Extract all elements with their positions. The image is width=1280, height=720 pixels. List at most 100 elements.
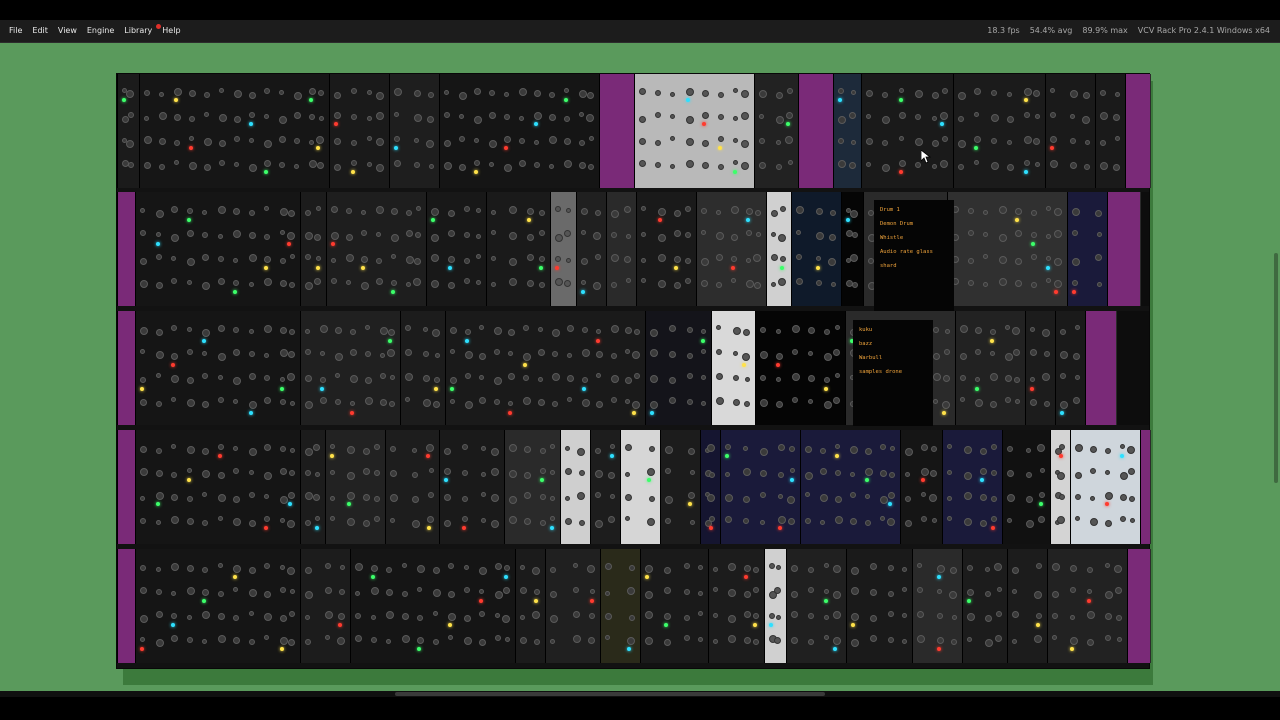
jack-knob[interactable]: [527, 254, 534, 261]
jack-knob[interactable]: [713, 639, 718, 644]
jack-knob[interactable]: [687, 373, 694, 379]
jack-knob[interactable]: [376, 138, 384, 146]
jack-knob[interactable]: [520, 565, 525, 570]
jack-knob[interactable]: [140, 637, 145, 642]
jack-knob[interactable]: [595, 254, 601, 260]
jack-knob[interactable]: [305, 591, 313, 599]
module-panel[interactable]: [325, 430, 387, 544]
jack-knob[interactable]: [422, 351, 429, 357]
jack-knob[interactable]: [186, 377, 194, 384]
jack-knob[interactable]: [330, 516, 335, 521]
jack-knob[interactable]: [608, 516, 615, 523]
jack-knob[interactable]: [1034, 591, 1042, 599]
jack-knob[interactable]: [1014, 258, 1022, 265]
jack-knob[interactable]: [537, 399, 545, 406]
jack-knob[interactable]: [350, 114, 357, 120]
jack-knob[interactable]: [1082, 116, 1090, 124]
jack-knob[interactable]: [494, 613, 500, 618]
jack-knob[interactable]: [550, 615, 558, 623]
jack-knob[interactable]: [880, 470, 887, 477]
jack-knob[interactable]: [1005, 353, 1013, 361]
jack-knob[interactable]: [753, 639, 759, 645]
jack-knob[interactable]: [367, 90, 373, 95]
jack-knob[interactable]: [140, 518, 146, 524]
jack-knob[interactable]: [670, 136, 676, 141]
jack-knob[interactable]: [233, 377, 241, 385]
jack-knob[interactable]: [1037, 444, 1045, 452]
jack-knob[interactable]: [159, 112, 167, 120]
jack-knob[interactable]: [566, 258, 571, 263]
jack-knob[interactable]: [632, 351, 640, 359]
jack-knob[interactable]: [713, 613, 718, 618]
jack-knob[interactable]: [159, 138, 166, 145]
jack-knob[interactable]: [248, 210, 255, 216]
jack-knob[interactable]: [520, 637, 527, 644]
jack-knob[interactable]: [963, 518, 972, 526]
module-panel[interactable]: [300, 192, 328, 306]
jack-knob[interactable]: [960, 375, 966, 381]
module-panel[interactable]: [300, 311, 402, 425]
jack-knob[interactable]: [233, 468, 239, 474]
jack-knob[interactable]: [975, 327, 982, 334]
jack-knob[interactable]: [279, 496, 288, 504]
jack-knob[interactable]: [564, 138, 571, 145]
jack-knob[interactable]: [363, 494, 371, 501]
jack-knob[interactable]: [509, 206, 517, 214]
jack-knob[interactable]: [566, 353, 572, 358]
jack-knob[interactable]: [335, 327, 342, 334]
jack-knob[interactable]: [937, 637, 944, 644]
jack-knob[interactable]: [474, 160, 480, 166]
jack-knob[interactable]: [564, 230, 571, 237]
jack-knob[interactable]: [335, 373, 340, 378]
jack-knob[interactable]: [774, 637, 781, 644]
jack-knob[interactable]: [788, 160, 793, 165]
jack-knob[interactable]: [350, 375, 358, 383]
jack-knob[interactable]: [493, 377, 502, 385]
jack-knob[interactable]: [930, 470, 937, 477]
jack-knob[interactable]: [447, 230, 455, 237]
jack-knob[interactable]: [432, 567, 440, 574]
module-panel[interactable]: [947, 192, 1069, 306]
jack-knob[interactable]: [820, 494, 828, 502]
jack-knob[interactable]: [587, 92, 594, 99]
jack-knob[interactable]: [716, 232, 724, 240]
jack-knob[interactable]: [725, 472, 730, 477]
jack-knob[interactable]: [564, 160, 572, 168]
jack-knob[interactable]: [634, 373, 640, 379]
jack-knob[interactable]: [217, 353, 226, 361]
module-panel[interactable]: [385, 430, 441, 544]
jack-knob[interactable]: [780, 206, 786, 212]
jack-knob[interactable]: [1105, 492, 1113, 500]
module-panel[interactable]: [1140, 430, 1151, 544]
jack-knob[interactable]: [974, 136, 982, 143]
jack-knob[interactable]: [431, 280, 439, 288]
jack-knob[interactable]: [777, 472, 784, 478]
jack-knob[interactable]: [204, 164, 211, 171]
jack-knob[interactable]: [412, 496, 419, 503]
jack-knob[interactable]: [967, 230, 974, 236]
module-panel[interactable]: [350, 549, 517, 663]
jack-knob[interactable]: [733, 88, 739, 93]
jack-knob[interactable]: [289, 611, 295, 617]
jack-knob[interactable]: [523, 375, 530, 381]
jack-knob[interactable]: [217, 444, 224, 450]
jack-knob[interactable]: [905, 448, 913, 456]
jack-knob[interactable]: [589, 613, 595, 619]
jack-knob[interactable]: [942, 401, 950, 409]
jack-knob[interactable]: [217, 563, 223, 568]
jack-knob[interactable]: [365, 351, 371, 357]
jack-knob[interactable]: [479, 589, 484, 594]
jack-knob[interactable]: [504, 92, 509, 97]
jack-knob[interactable]: [824, 635, 830, 640]
jack-knob[interactable]: [995, 635, 1002, 642]
jack-knob[interactable]: [1030, 377, 1035, 382]
jack-knob[interactable]: [835, 444, 840, 449]
jack-knob[interactable]: [476, 254, 481, 259]
jack-knob[interactable]: [742, 518, 749, 524]
jack-knob[interactable]: [905, 496, 911, 502]
jack-knob[interactable]: [204, 92, 210, 98]
jack-knob[interactable]: [967, 258, 974, 264]
jack-knob[interactable]: [1075, 516, 1080, 521]
module-panel[interactable]: [645, 311, 713, 425]
jack-knob[interactable]: [444, 140, 451, 147]
